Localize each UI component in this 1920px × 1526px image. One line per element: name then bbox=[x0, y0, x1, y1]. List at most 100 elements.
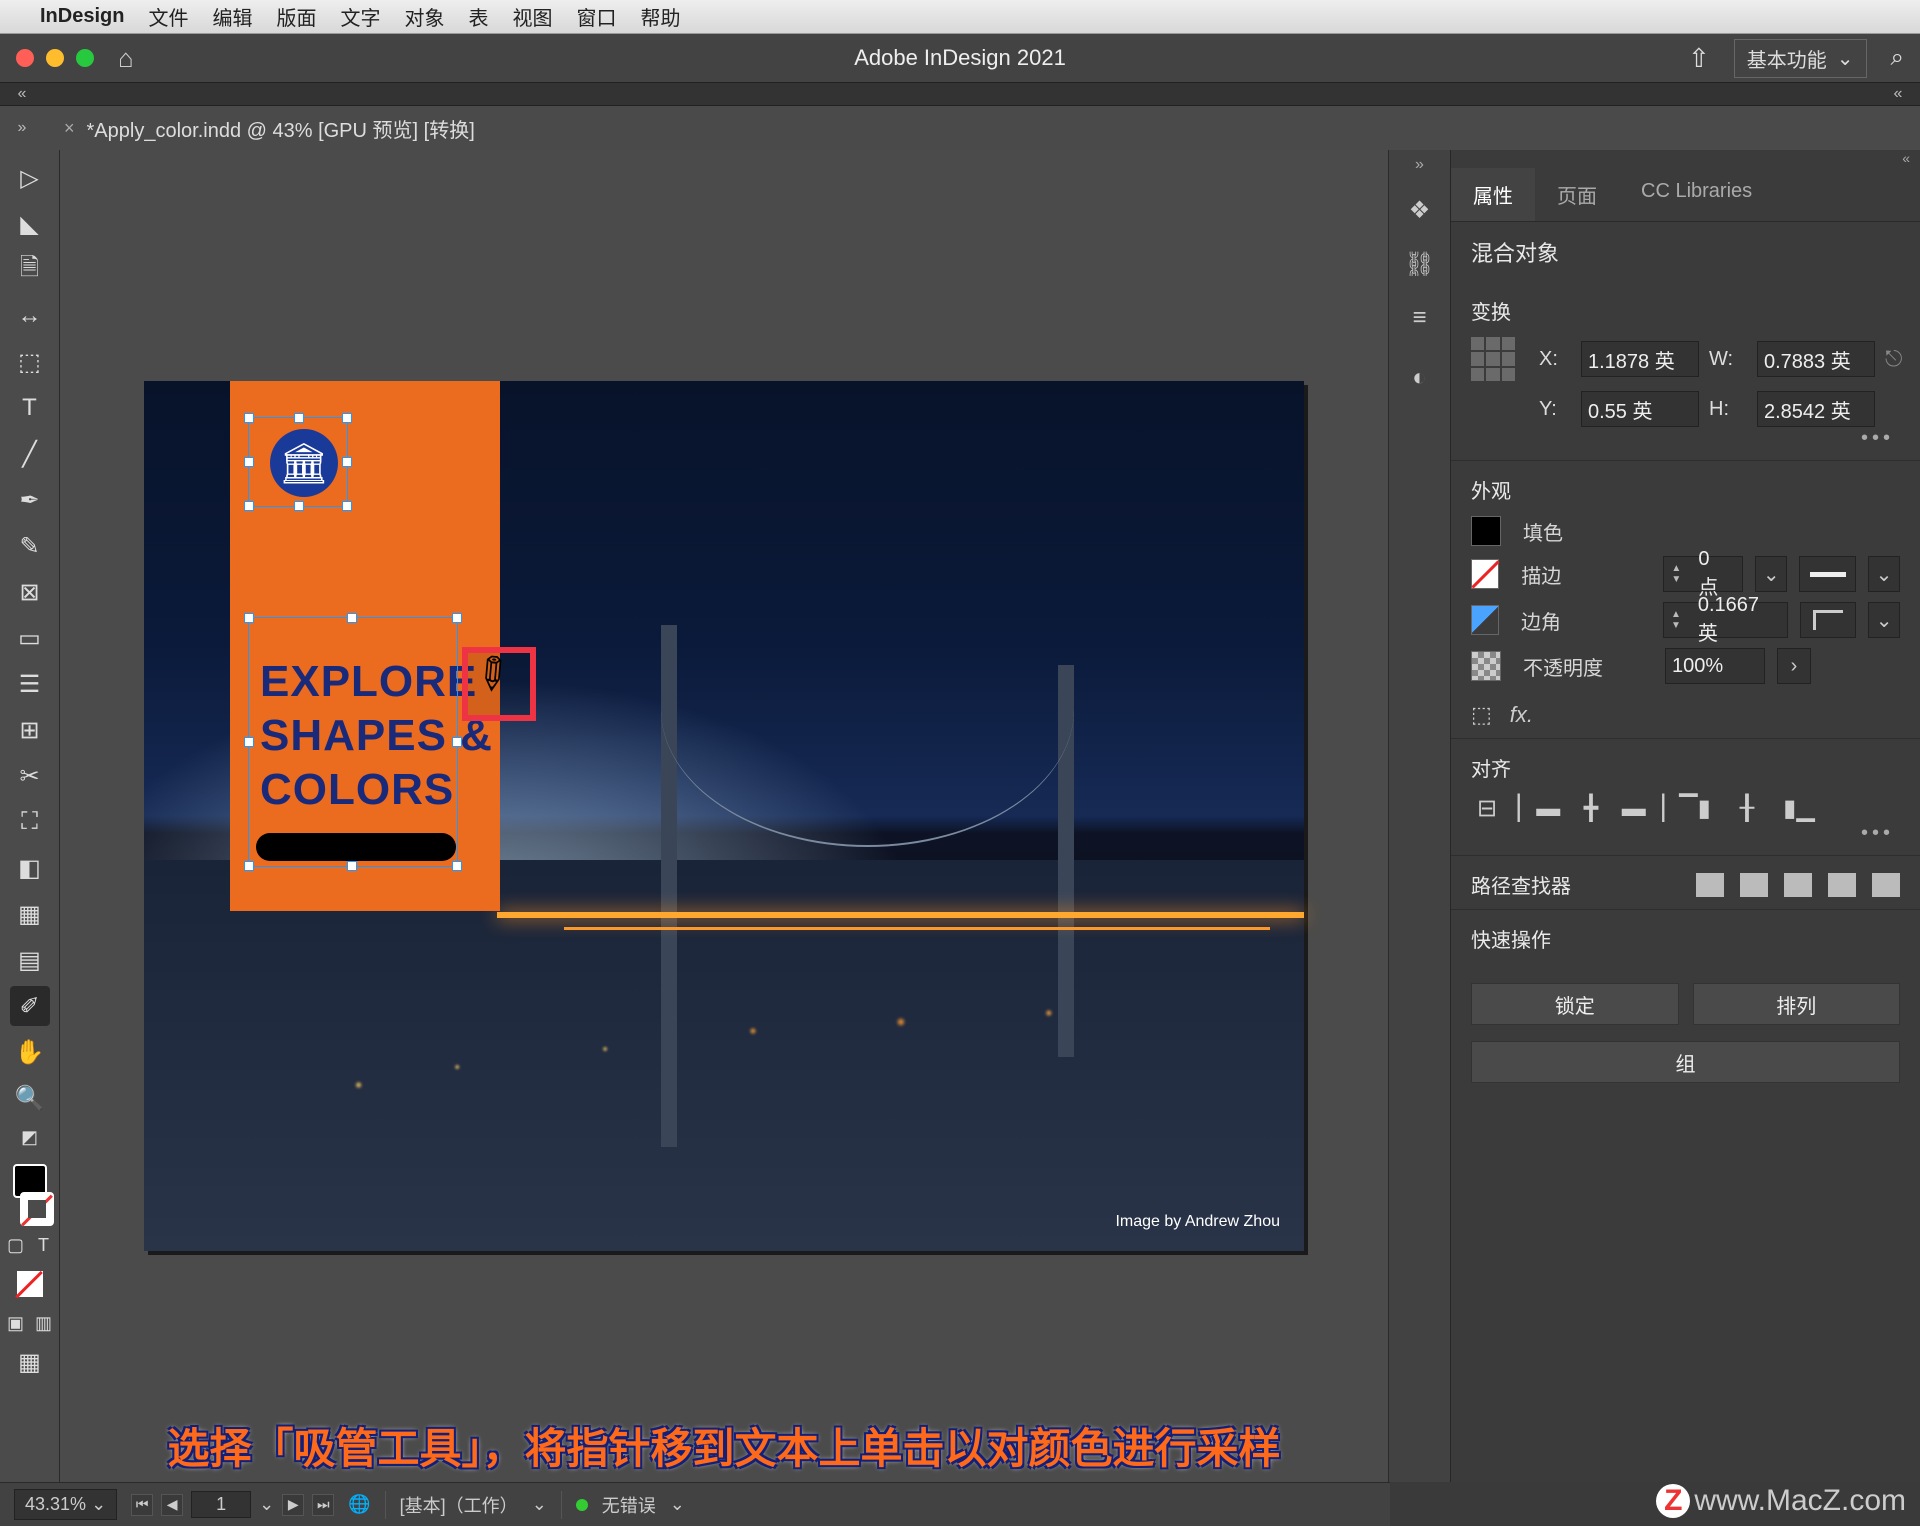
pen-tool[interactable]: ✒ bbox=[10, 480, 50, 520]
arrange-button[interactable]: 排列 bbox=[1693, 983, 1901, 1025]
transform-more[interactable]: ••• bbox=[1471, 427, 1900, 450]
swatches-panel-icon[interactable]: ◐ bbox=[1402, 360, 1438, 396]
tools-chevron[interactable]: » bbox=[0, 119, 44, 137]
view-mode-preview[interactable]: ▥ bbox=[31, 1310, 57, 1336]
preflight-label[interactable]: 无错误 bbox=[602, 1492, 656, 1518]
master-dd[interactable]: ⌄ bbox=[532, 1494, 547, 1515]
direct-selection-tool[interactable]: ◣ bbox=[10, 204, 50, 244]
zoom-window-button[interactable] bbox=[76, 49, 94, 67]
hand-tool[interactable]: ✋ bbox=[10, 1032, 50, 1072]
eyedropper-tool[interactable]: ✐ bbox=[10, 986, 50, 1026]
page[interactable]: 🏛 EXPLORE SHAPES & COLORS bbox=[144, 381, 1304, 1251]
tab-properties[interactable]: 属性 bbox=[1451, 168, 1535, 221]
pathfinder-intersect-icon[interactable] bbox=[1784, 873, 1812, 897]
selection-tool[interactable]: ▷ bbox=[10, 158, 50, 198]
corner-radius-input[interactable]: ▲▼0.1667 英 bbox=[1663, 602, 1788, 638]
content-collector-tool[interactable]: ⬚ bbox=[10, 342, 50, 382]
line-tool[interactable]: ╱ bbox=[10, 434, 50, 474]
search-icon[interactable]: ⌕ bbox=[1891, 44, 1904, 72]
tab-pages[interactable]: 页面 bbox=[1535, 168, 1619, 221]
props-collapse[interactable]: « bbox=[1451, 150, 1920, 168]
menu-layout[interactable]: 版面 bbox=[276, 2, 316, 31]
home-icon[interactable]: ⌂ bbox=[118, 43, 134, 74]
x-input[interactable]: 1.1878 英 bbox=[1581, 341, 1699, 377]
pathfinder-minusback-icon[interactable] bbox=[1872, 873, 1900, 897]
y-input[interactable]: 0.55 英 bbox=[1581, 391, 1699, 427]
fill-chip[interactable] bbox=[1471, 516, 1501, 546]
group-button[interactable]: 组 bbox=[1471, 1041, 1900, 1083]
lock-button[interactable]: 锁定 bbox=[1471, 983, 1679, 1025]
menu-file[interactable]: 文件 bbox=[148, 2, 188, 31]
align-bottom-icon[interactable]: ▮▁ bbox=[1783, 794, 1815, 822]
rectangle-tool[interactable]: ▭ bbox=[10, 618, 50, 658]
stroke-weight-input[interactable]: ▲▼0 点 bbox=[1663, 556, 1743, 592]
page-dd[interactable]: ⌄ bbox=[259, 1494, 274, 1515]
free-transform-tool[interactable]: ⛶ bbox=[10, 802, 50, 842]
constrain-proportions-icon[interactable]: ⎋ bbox=[1885, 346, 1920, 372]
gradient-feather-tool[interactable]: ▦ bbox=[10, 894, 50, 934]
pathfinder-unite-icon[interactable] bbox=[1696, 873, 1724, 897]
links-icon[interactable]: ⛓ bbox=[1402, 246, 1438, 282]
menu-edit[interactable]: 编辑 bbox=[212, 2, 252, 31]
minimize-window-button[interactable] bbox=[46, 49, 64, 67]
gap-tool[interactable]: ↔ bbox=[10, 296, 50, 336]
note-tool[interactable]: ▤ bbox=[10, 940, 50, 980]
dock-collapse[interactable]: » bbox=[1415, 156, 1424, 174]
toolbar-collapse-left[interactable]: « bbox=[0, 83, 44, 105]
grid-tool-v[interactable]: ⊞ bbox=[10, 710, 50, 750]
fill-stroke-toggle[interactable]: ◩ bbox=[17, 1124, 43, 1150]
last-page-button[interactable]: ⏭ bbox=[312, 1494, 334, 1516]
corner-chip[interactable] bbox=[1471, 605, 1499, 635]
fx-icon[interactable]: fx. bbox=[1510, 702, 1533, 728]
reference-point-picker[interactable] bbox=[1471, 337, 1515, 381]
crop-icon[interactable]: ⬚ bbox=[1471, 702, 1492, 728]
gradient-swatch-tool[interactable]: ◧ bbox=[10, 848, 50, 888]
corner-style-dd[interactable]: ⌄ bbox=[1868, 602, 1900, 638]
menu-window[interactable]: 窗口 bbox=[576, 2, 616, 31]
corner-style-thumb[interactable] bbox=[1800, 602, 1856, 638]
orange-panel[interactable]: 🏛 EXPLORE SHAPES & COLORS bbox=[230, 381, 500, 911]
open-pages-icon[interactable]: 🌐 bbox=[348, 1494, 370, 1515]
preflight-dd[interactable]: ⌄ bbox=[670, 1494, 685, 1515]
menu-view[interactable]: 视图 bbox=[512, 2, 552, 31]
next-page-button[interactable]: ▶ bbox=[282, 1494, 304, 1516]
pencil-tool[interactable]: ✎ bbox=[10, 526, 50, 566]
formatting-text-icon[interactable]: T bbox=[31, 1232, 57, 1258]
view-mode-normal[interactable]: ▣ bbox=[3, 1310, 29, 1336]
h-input[interactable]: 2.8542 英 bbox=[1757, 391, 1875, 427]
prev-page-button[interactable]: ◀ bbox=[161, 1494, 183, 1516]
share-icon[interactable]: ⇧ bbox=[1688, 43, 1710, 74]
w-input[interactable]: 0.7883 英 bbox=[1757, 341, 1875, 377]
align-more[interactable]: ••• bbox=[1471, 822, 1900, 845]
stroke-weight-dd[interactable]: ⌄ bbox=[1755, 556, 1787, 592]
stroke-chip[interactable] bbox=[1471, 559, 1499, 589]
menu-type[interactable]: 文字 bbox=[340, 2, 380, 31]
document-tab[interactable]: × *Apply_color.indd @ 43% [GPU 预览] [转换] bbox=[44, 106, 495, 150]
opacity-input[interactable]: 100% bbox=[1665, 648, 1765, 684]
align-hcenter-icon[interactable]: ╋ bbox=[1575, 794, 1607, 822]
stroke-color-swatch[interactable] bbox=[20, 1192, 54, 1226]
layers-icon[interactable]: ❖ bbox=[1402, 192, 1438, 228]
zoom-tool[interactable]: 🔍 bbox=[10, 1078, 50, 1118]
page-number-input[interactable]: 1 bbox=[191, 1491, 251, 1518]
stroke-panel-icon[interactable]: ≡ bbox=[1402, 300, 1438, 336]
menu-help[interactable]: 帮助 bbox=[640, 2, 680, 31]
tab-cclibraries[interactable]: CC Libraries bbox=[1619, 168, 1774, 221]
opacity-chip[interactable] bbox=[1471, 651, 1501, 681]
workspace-dropdown[interactable]: 基本功能 ⌄ bbox=[1734, 39, 1867, 78]
menu-object[interactable]: 对象 bbox=[404, 2, 444, 31]
align-left-icon[interactable]: ▏▬ bbox=[1523, 794, 1555, 822]
page-tool[interactable]: 🗎 bbox=[10, 250, 50, 290]
stroke-style-thumb[interactable] bbox=[1799, 556, 1856, 592]
type-tool[interactable]: T bbox=[10, 388, 50, 428]
align-right-icon[interactable]: ▬▕ bbox=[1627, 794, 1659, 822]
scissors-tool[interactable]: ✂ bbox=[10, 756, 50, 796]
document-canvas[interactable]: 🏛 EXPLORE SHAPES & COLORS bbox=[60, 150, 1388, 1482]
menu-indesign[interactable]: InDesign bbox=[40, 5, 124, 28]
pathfinder-exclude-icon[interactable] bbox=[1828, 873, 1856, 897]
first-page-button[interactable]: ⏮ bbox=[131, 1494, 153, 1516]
panel-collapse-right[interactable]: « bbox=[1876, 83, 1920, 105]
formatting-container-icon[interactable]: ▢ bbox=[3, 1232, 29, 1258]
stroke-style-dd[interactable]: ⌄ bbox=[1868, 556, 1900, 592]
menu-table[interactable]: 表 bbox=[468, 2, 488, 31]
